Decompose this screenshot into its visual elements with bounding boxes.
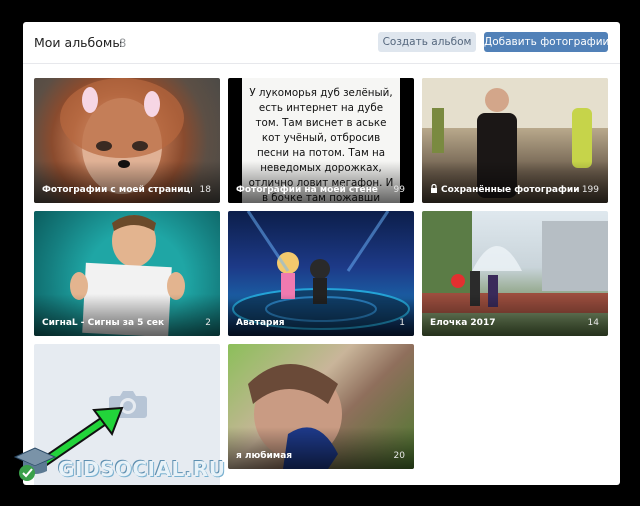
page-title: Мои альбомы	[34, 35, 123, 50]
album-tree-2017[interactable]: Ёлочка 2017 14	[422, 211, 608, 336]
album-beloved[interactable]: я любимая 20	[228, 344, 414, 469]
album-title: СигнaL - Сигны за 5 сек	[42, 318, 165, 328]
albums-header: Мои альбомы 8 Создать альбом Добавить фо…	[23, 22, 620, 64]
album-title: я любимая	[236, 451, 293, 461]
add-photos-button[interactable]: Добавить фотографии	[484, 32, 609, 52]
album-photo-count: 14	[587, 318, 599, 328]
albums-count: 8	[119, 36, 127, 50]
watermark-logo: GIDSOCIAL.RU	[13, 443, 225, 483]
album-title: Сохранённые фотографии	[430, 184, 580, 195]
album-photo-count: 199	[581, 185, 599, 195]
album-title: Ёлочка 2017	[430, 318, 496, 328]
album-photo-count: 18	[199, 185, 211, 195]
album-avataria[interactable]: Аватария 1	[228, 211, 414, 336]
album-photo-count: 1	[399, 318, 405, 328]
watermark-text: GIDSOCIAL.RU	[58, 457, 226, 481]
album-wall-photos[interactable]: У лукоморья дуб зелёный, есть интернет н…	[228, 78, 414, 203]
album-photo-count: 2	[205, 318, 211, 328]
album-profile-photos[interactable]: Фотографии с моей страницы 18	[34, 78, 220, 203]
album-title: Фотографии с моей страницы	[42, 185, 192, 195]
album-signs[interactable]: СигнaL - Сигны за 5 сек 2	[34, 211, 220, 336]
graduation-cap-icon	[13, 447, 57, 481]
album-photo-count: 20	[393, 451, 405, 461]
album-title: Фотографии на моей стене	[236, 185, 378, 195]
album-saved-photos[interactable]: Сохранённые фотографии 199	[422, 78, 608, 203]
album-title: Аватария	[236, 318, 285, 328]
album-photo-count: 99	[393, 185, 405, 195]
create-album-button[interactable]: Создать альбом	[378, 32, 476, 52]
lock-icon	[431, 184, 437, 193]
